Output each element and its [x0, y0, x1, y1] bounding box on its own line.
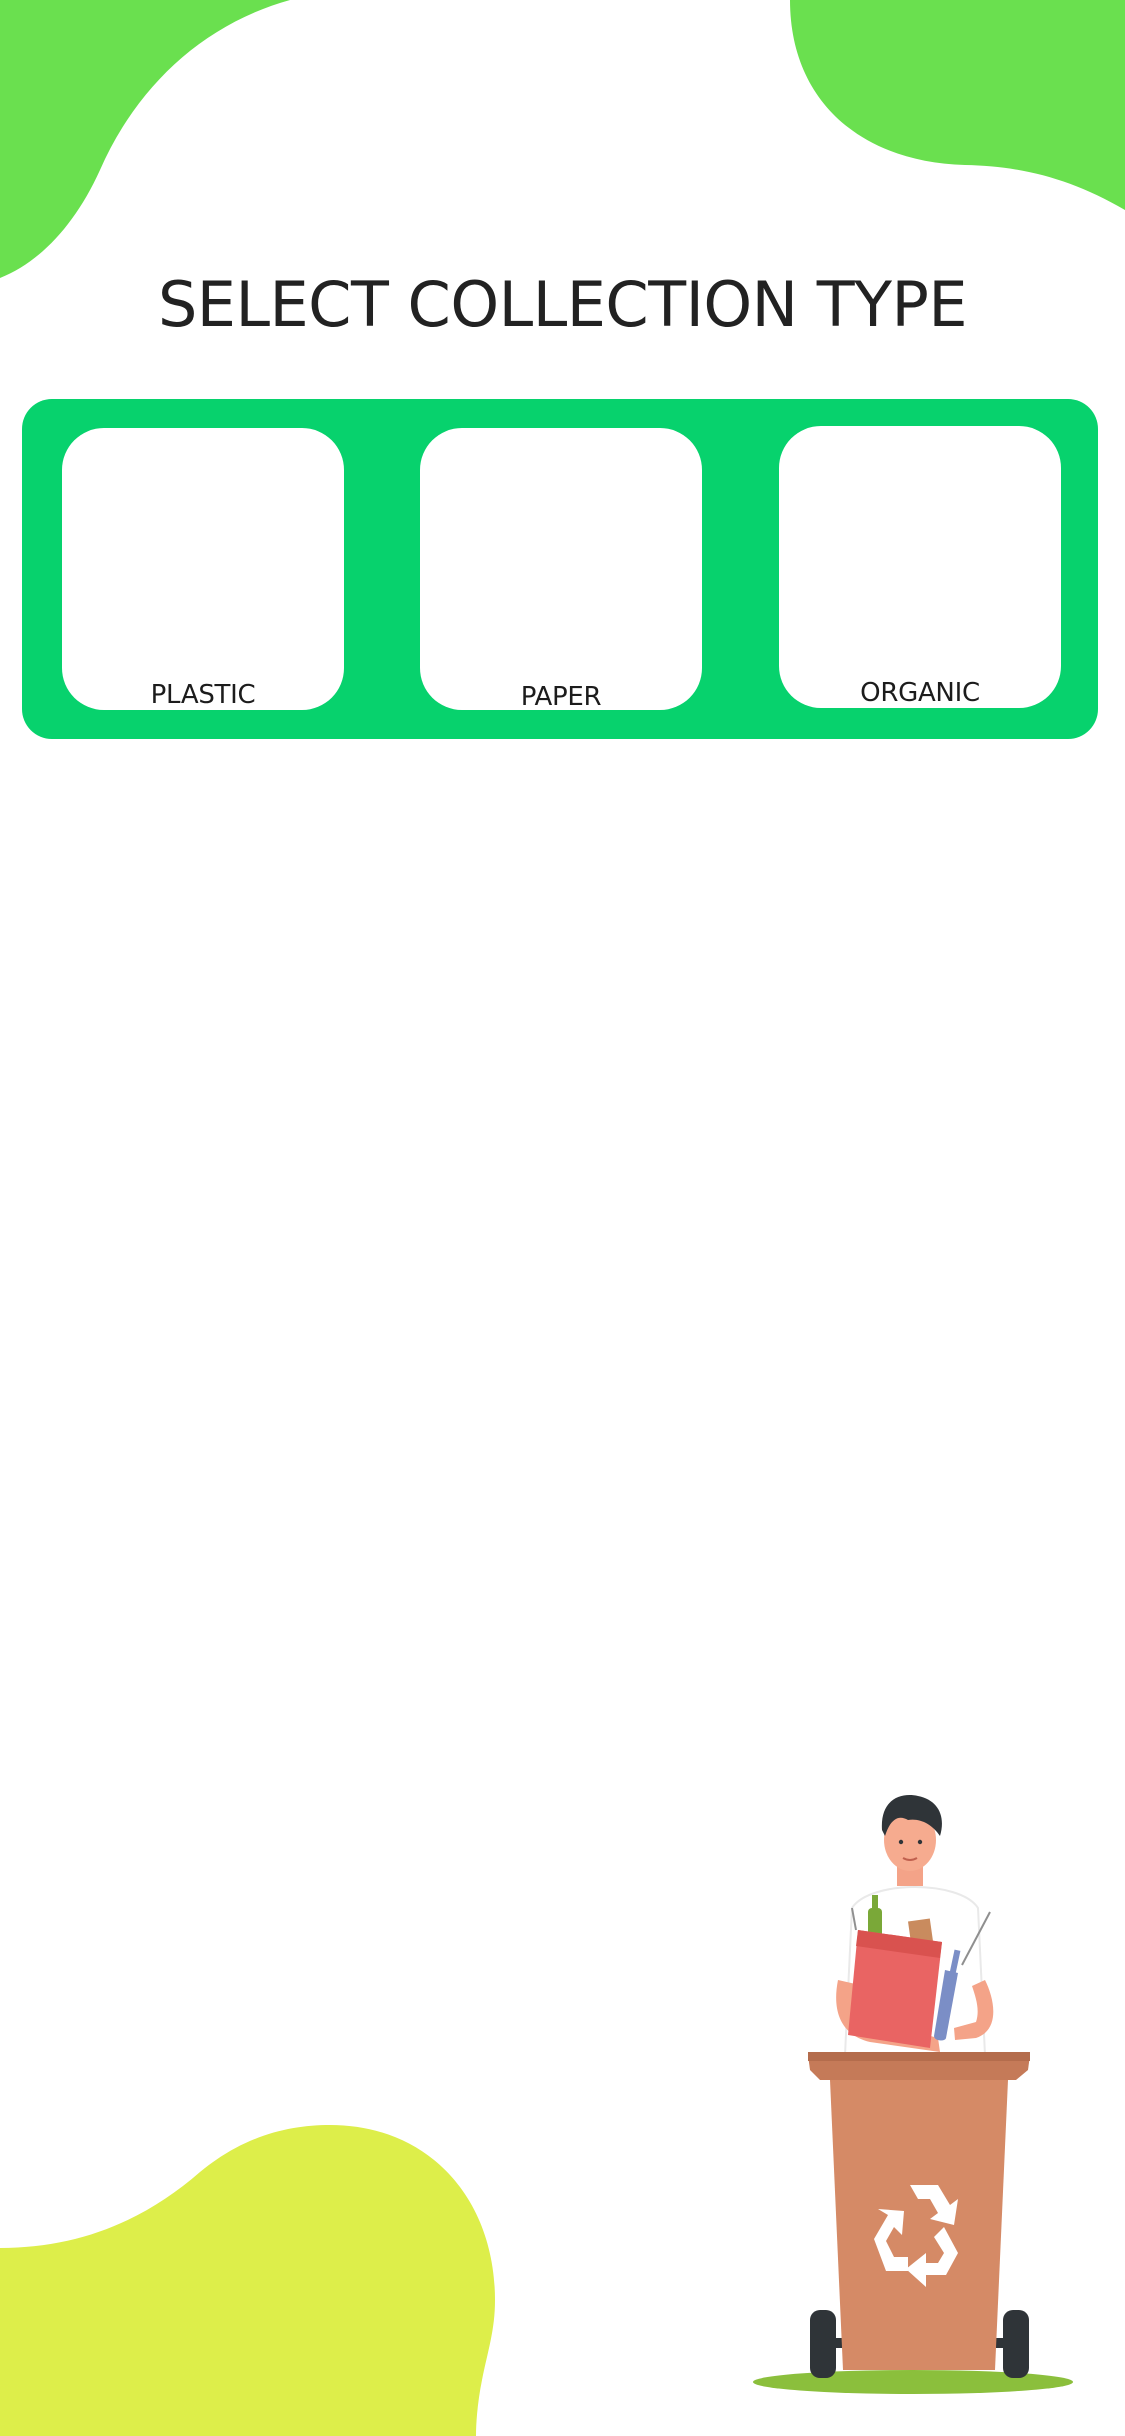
collection-option-label: PAPER	[520, 682, 602, 712]
collection-option-label: ORGANIC	[860, 678, 980, 708]
collection-option-organic[interactable]: ORGANIC	[779, 426, 1061, 708]
collection-type-panel: PLASTIC PAPER ORGANIC	[22, 399, 1098, 739]
person-eye-right	[917, 1839, 923, 1845]
top-right-blob-shape	[790, 0, 1125, 210]
top-left-blob-shape	[0, 0, 290, 278]
collection-option-label: PLASTIC	[150, 680, 256, 710]
page-title: SELECT COLLECTION TYPE	[157, 268, 968, 341]
collection-option-plastic[interactable]: PLASTIC	[62, 428, 344, 710]
bin-lid-rim	[808, 2052, 1030, 2061]
person-recycling-illustration	[753, 1795, 1073, 2394]
bottom-left-blob-shape	[0, 2125, 495, 2436]
person-eye-left	[898, 1839, 904, 1845]
bin-body	[830, 2080, 1008, 2370]
green-bottle-neck	[872, 1895, 878, 1911]
collection-option-paper[interactable]: PAPER	[420, 428, 702, 712]
